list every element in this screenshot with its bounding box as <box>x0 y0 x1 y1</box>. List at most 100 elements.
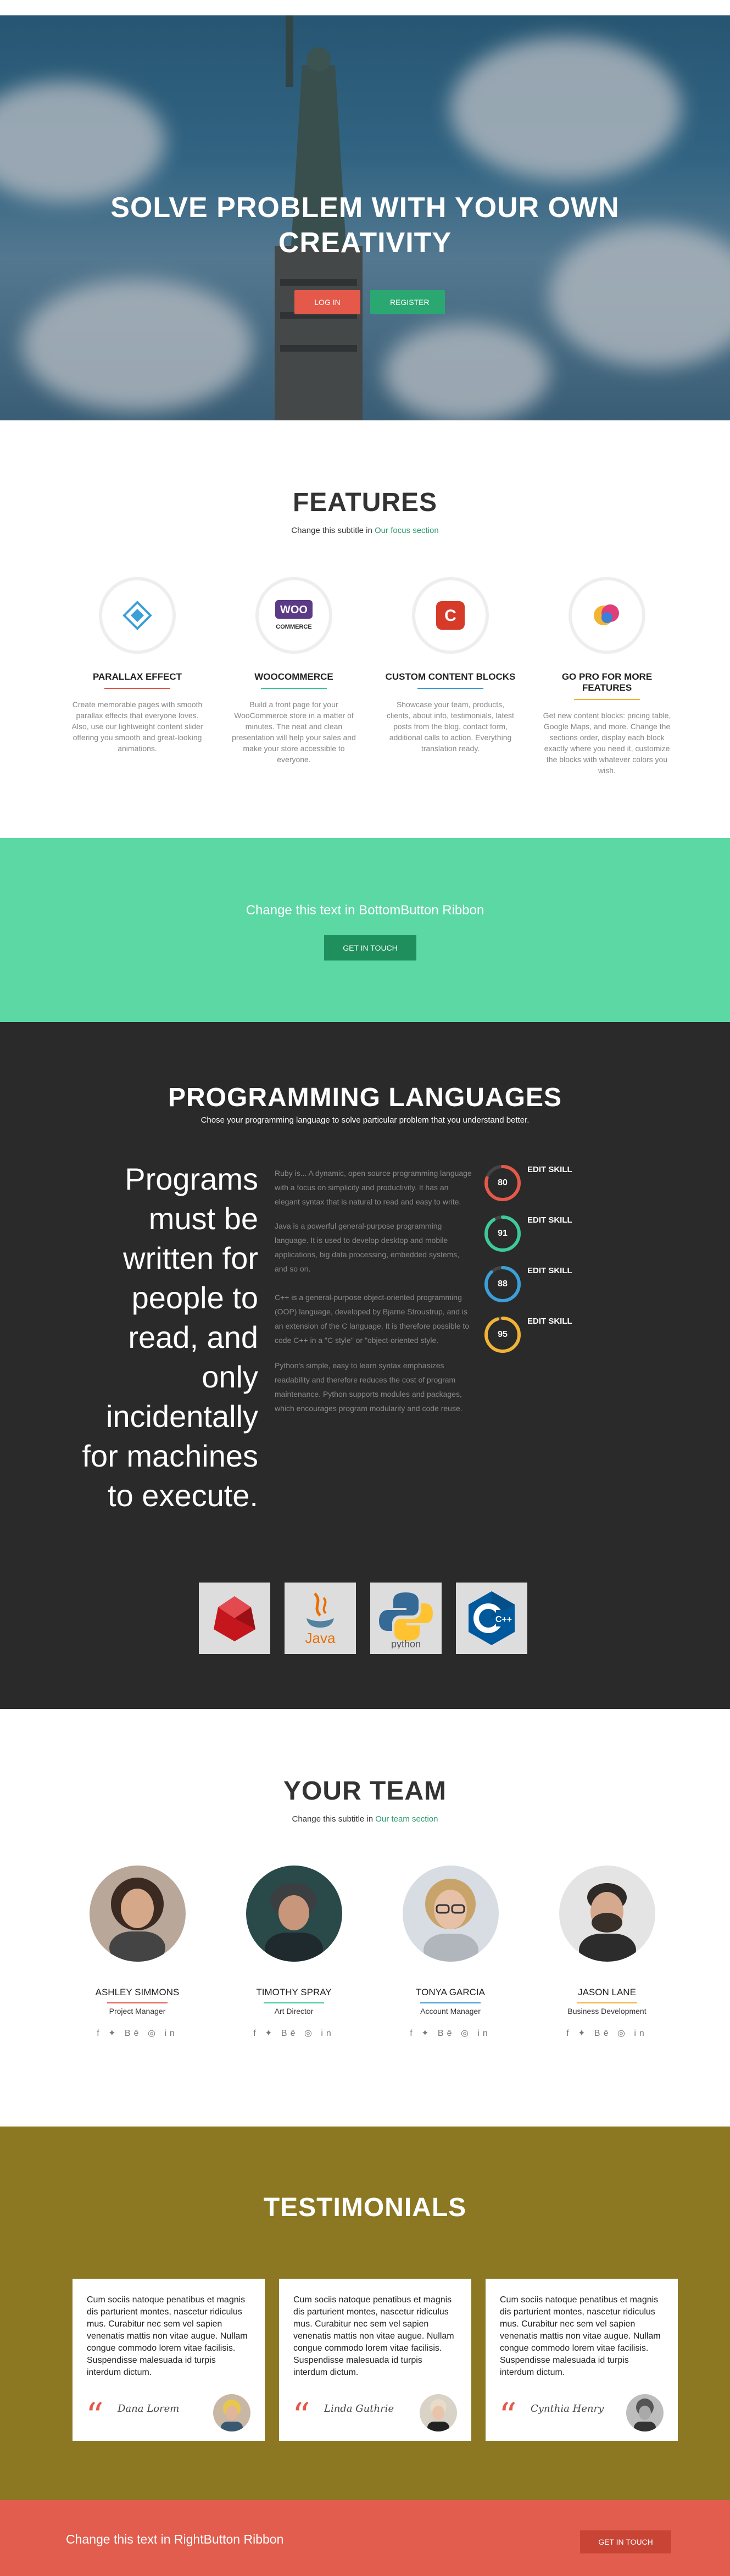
team-member-card: JASON LANE Business Development f ✦ Bē ◎… <box>541 1866 673 2039</box>
member-divider <box>420 2002 481 2003</box>
testimonial-avatar <box>420 2394 457 2431</box>
skill-value: 80 <box>498 1178 508 1187</box>
member-divider <box>264 2002 324 2003</box>
member-name: TIMOTHY SPRAY <box>256 1987 332 1997</box>
feature-icon-circle: WOO COMMERCE <box>255 577 332 654</box>
edit-skill-label[interactable]: EDIT SKILL <box>527 1215 572 1225</box>
language-description: Java is a powerful general-purpose progr… <box>275 1222 460 1273</box>
quote-line: only <box>202 1359 258 1394</box>
feature-divider <box>417 688 483 689</box>
get-in-touch-button[interactable]: GET IN TOUCH <box>580 2530 671 2553</box>
programming-title: PROGRAMMING LANGUAGES <box>168 1083 562 1112</box>
woocommerce-icon: WOO COMMERCE <box>275 600 313 630</box>
register-button[interactable]: REGISTER <box>370 290 445 314</box>
ribbon-text: Change this text in BottomButton Ribbon <box>246 903 484 918</box>
edit-skill-label[interactable]: EDIT SKILL <box>527 1317 572 1326</box>
quote-line: incidentally <box>105 1399 258 1434</box>
ribbon-text: Change this text in RightButton Ribbon <box>66 2532 284 2546</box>
member-name: JASON LANE <box>578 1987 636 1997</box>
testimonial-signature: Linda Guthrie <box>324 2403 394 2414</box>
member-name: TONYA GARCIA <box>416 1987 485 1997</box>
feature-description: Showcase your team, products, clients, a… <box>387 700 514 753</box>
hero-section: SOLVE PROBLEM WITH YOUR OWN CREATIVITY L… <box>0 15 730 420</box>
edit-skill-label[interactable]: EDIT SKILL <box>527 1266 572 1275</box>
python-logo: python <box>370 1583 442 1654</box>
features-section: FEATURES Change this subtitle in Our foc… <box>0 420 730 838</box>
skill-indicator[interactable]: 88 EDIT SKILL <box>483 1265 593 1303</box>
avatar-photo <box>634 2399 656 2431</box>
features-title: FEATURES <box>292 488 438 517</box>
skill-value: 88 <box>498 1279 508 1289</box>
skill-value: 95 <box>498 1330 508 1339</box>
quote-line: read, and <box>128 1320 258 1354</box>
member-name: ASHLEY SIMMONS <box>95 1987 180 1997</box>
features-subtitle: Change this subtitle in Our focus sectio… <box>0 526 730 535</box>
login-button[interactable]: LOG IN <box>294 290 360 314</box>
feature-description: Get new content blocks: pricing table, G… <box>543 711 671 775</box>
team-subtitle-prefix: Change this subtitle in <box>292 1814 376 1824</box>
hero-title-line-1: SOLVE PROBLEM WITH YOUR OWN <box>110 192 620 224</box>
java-logo: Java <box>285 1583 356 1654</box>
skill-value: 91 <box>498 1229 508 1238</box>
feature-name: CUSTOM CONTENT BLOCKS <box>385 671 516 682</box>
language-description: Python's simple, easy to learn syntax em… <box>275 1361 462 1413</box>
social-icons[interactable]: f ✦ Bē ◎ in <box>541 2028 673 2039</box>
feature-name: PARALLAX EFFECT <box>92 671 182 682</box>
testimonial-signature: Dana Lorem <box>118 2403 180 2414</box>
avatar-photo <box>221 2400 243 2431</box>
member-photo <box>109 1878 165 1962</box>
python-icon: python <box>379 1592 433 1648</box>
testimonial-card: Cum sociis natoque penatibus et magnis d… <box>73 2279 265 2441</box>
quote-line: people to <box>131 1280 258 1315</box>
feature-card: WOO COMMERCE WOOCOMMERCE Build a front p… <box>228 577 360 765</box>
team-subtitle-link[interactable]: Our team section <box>375 1814 438 1824</box>
feature-divider <box>261 688 327 689</box>
avatar-photo <box>427 2399 449 2431</box>
avatar <box>246 1866 342 1962</box>
testimonial-card: Cum sociis natoque penatibus et magnis d… <box>279 2279 471 2441</box>
svg-text:C: C <box>444 607 456 625</box>
social-icons[interactable]: f ✦ Bē ◎ in <box>384 2028 516 2039</box>
features-subtitle-prefix: Change this subtitle in <box>291 526 375 535</box>
social-icons[interactable]: f ✦ Bē ◎ in <box>228 2028 360 2039</box>
quote-line: to execute. <box>108 1478 258 1513</box>
feature-icon-circle: C <box>412 577 489 654</box>
feature-card: C CUSTOM CONTENT BLOCKS Showcase your te… <box>384 577 516 754</box>
ruby-icon <box>214 1596 255 1641</box>
feature-card: GO PRO FOR MORE FEATURES Get new content… <box>541 577 673 776</box>
programs-quote: Programs must be written for people to r… <box>66 1159 258 1515</box>
feature-description: Create memorable pages with smooth paral… <box>71 700 203 753</box>
quote-icon: “ <box>499 2396 517 2436</box>
get-in-touch-button[interactable]: GET IN TOUCH <box>324 935 416 961</box>
team-subtitle: Change this subtitle in Our team section <box>0 1814 730 1824</box>
quote-line: must be <box>148 1201 258 1236</box>
social-icons[interactable]: f ✦ Bē ◎ in <box>71 2028 203 2039</box>
team-title: YOUR TEAM <box>283 1776 447 1806</box>
parallax-icon <box>122 601 152 630</box>
top-bar <box>0 0 730 15</box>
avatar <box>402 1866 499 1962</box>
language-description: C++ is a general-purpose object-oriented… <box>275 1293 470 1345</box>
skill-indicator[interactable]: 95 EDIT SKILL <box>483 1315 593 1354</box>
testimonial-signature: Cynthia Henry <box>531 2403 604 2414</box>
member-photo <box>423 1879 478 1962</box>
feature-name: WOOCOMMERCE <box>254 671 333 682</box>
testimonial-card: Cum sociis natoque penatibus et magnis d… <box>486 2279 678 2441</box>
content-blocks-icon: C <box>436 601 465 630</box>
features-subtitle-link[interactable]: Our focus section <box>375 526 439 535</box>
bottom-button-ribbon: Change this text in BottomButton Ribbon … <box>0 838 730 1022</box>
cpp-icon: C++ <box>469 1591 515 1645</box>
edit-skill-label[interactable]: EDIT SKILL <box>527 1165 572 1174</box>
member-role: Art Director <box>274 2007 314 2016</box>
skill-indicator[interactable]: 80 EDIT SKILL <box>483 1164 593 1202</box>
feature-icon-circle <box>99 577 176 654</box>
cpp-logo: C++ <box>456 1583 527 1654</box>
skill-indicator[interactable]: 91 EDIT SKILL <box>483 1214 593 1253</box>
feature-divider <box>574 699 640 700</box>
python-logo-text: python <box>391 1639 421 1648</box>
avatar <box>559 1866 655 1962</box>
member-photo <box>264 1883 323 1962</box>
team-member-card: ASHLEY SIMMONS Project Manager f ✦ Bē ◎ … <box>71 1866 203 2039</box>
quote-icon: “ <box>86 2396 104 2436</box>
member-role: Business Development <box>567 2007 647 2016</box>
